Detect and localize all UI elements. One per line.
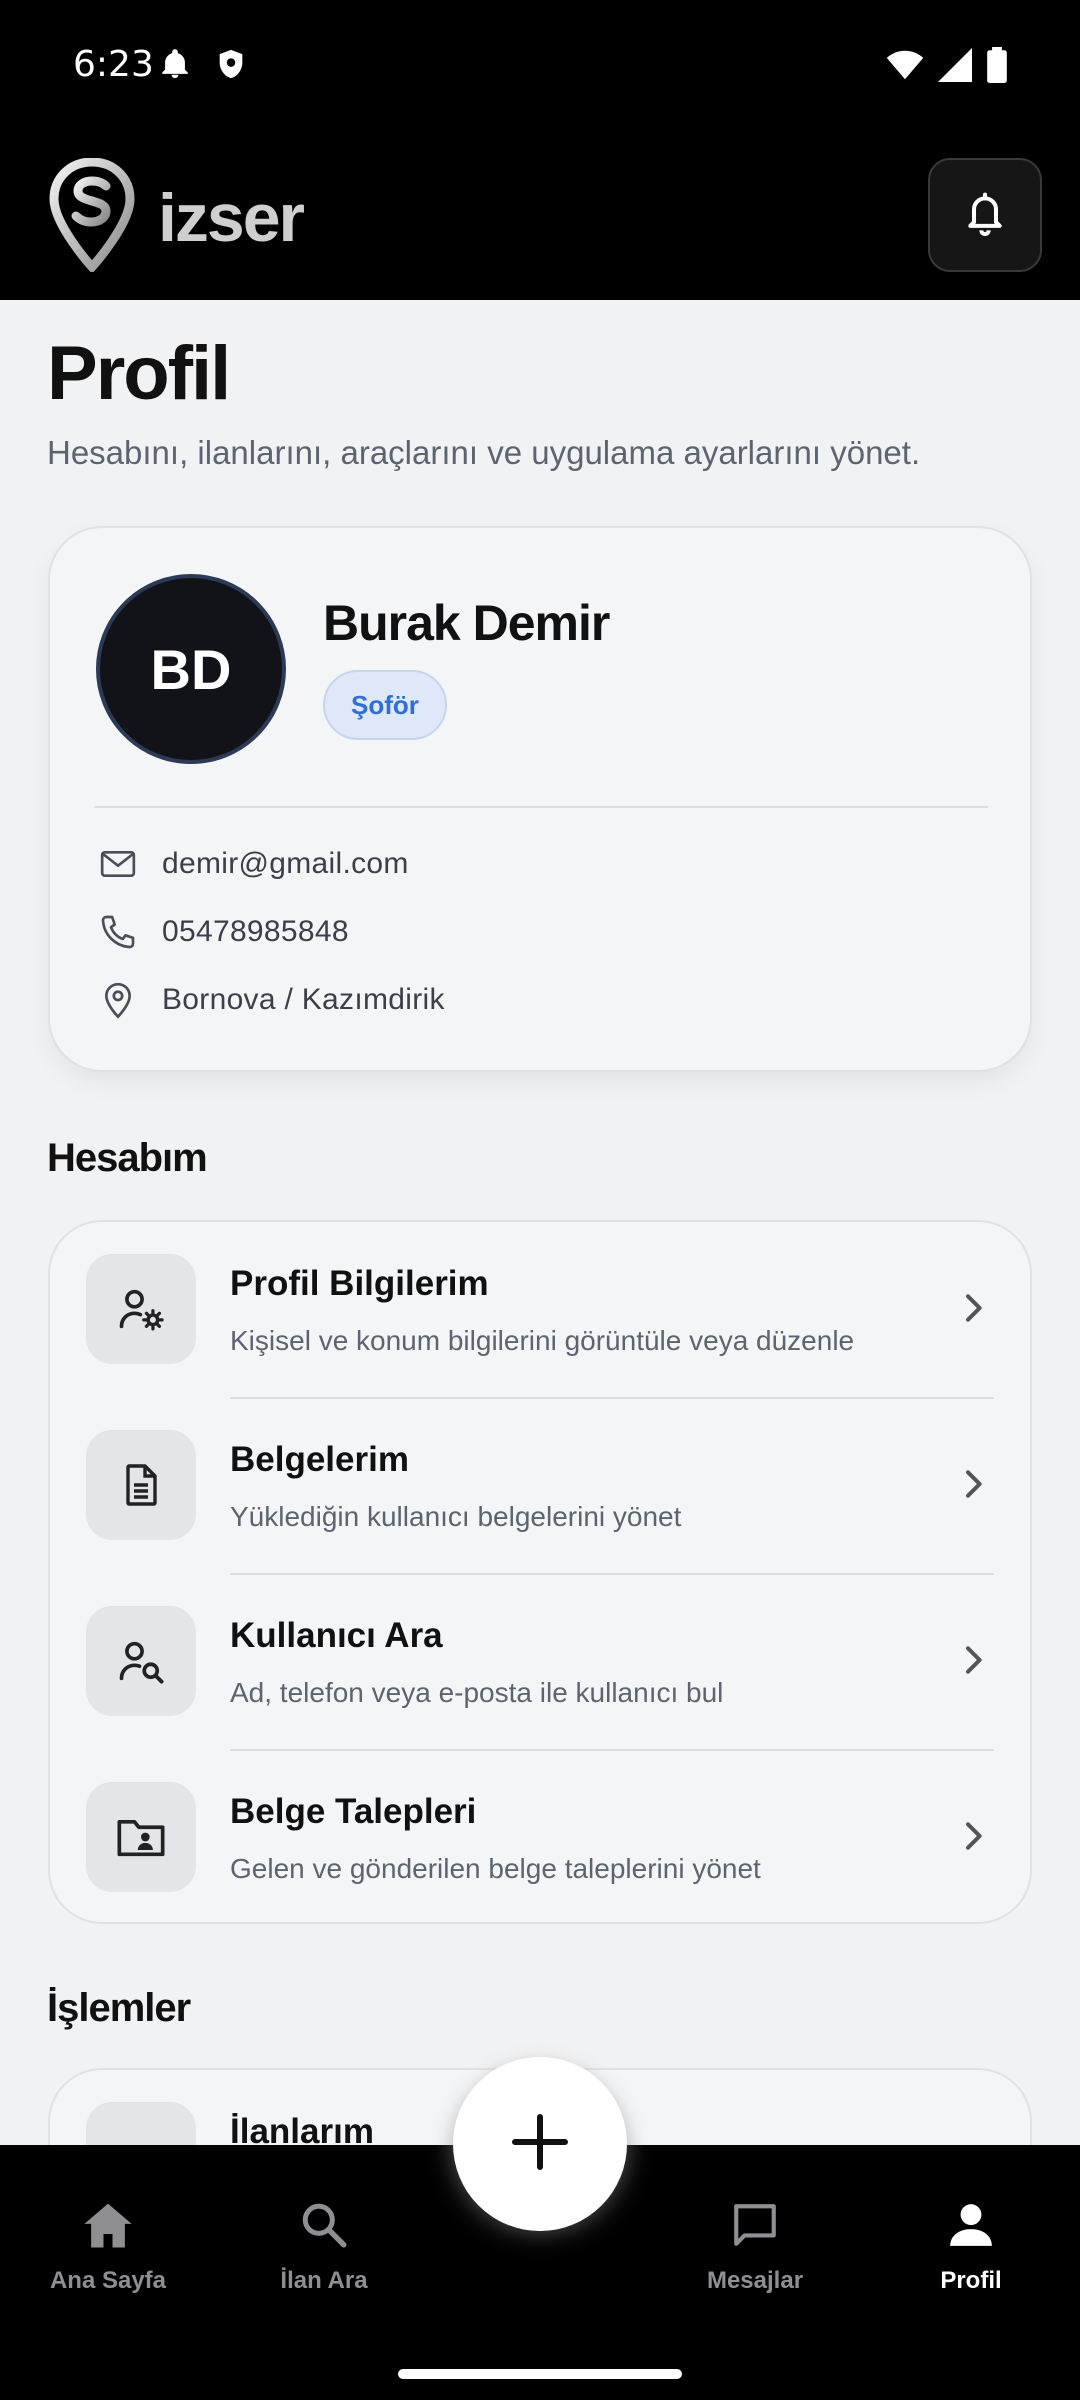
chevron-right-icon — [956, 1816, 990, 1861]
person-icon — [946, 2200, 996, 2255]
page-subtitle: Hesabını, ilanlarını, araçlarını ve uygu… — [47, 434, 921, 471]
app-name: izser — [158, 179, 305, 256]
page-title: Profil — [47, 331, 231, 416]
menu-item-title: Profil Bilgilerim — [230, 1264, 489, 1303]
profile-card: BD Burak Demir Şoför demir@gmail.com 054… — [48, 526, 1032, 1072]
folder-user-icon — [86, 1782, 196, 1892]
profile-name: Burak Demir — [323, 595, 610, 651]
menu-item-title: Belge Talepleri — [230, 1792, 477, 1831]
chevron-right-icon — [956, 1640, 990, 1685]
main-content[interactable]: Profil Hesabını, ilanlarını, araçlarını … — [0, 300, 1080, 2145]
nav-label: Ana Sayfa — [49, 2267, 167, 2294]
message-icon — [728, 2200, 782, 2255]
menu-item-subtitle: Gelen ve gönderilen belge taleplerini yö… — [230, 1853, 761, 1884]
battery-icon — [986, 47, 1008, 88]
user-search-icon — [86, 1606, 196, 1716]
plus-icon — [510, 2112, 570, 2177]
divider — [94, 806, 988, 808]
mail-icon — [96, 842, 140, 886]
phone-text: 05478985848 — [162, 915, 349, 948]
screen: 6:23 izser Profil Hesabını, ilanlarını, … — [0, 0, 1080, 2400]
search-icon — [299, 2200, 349, 2255]
nav-item-profile[interactable]: Profil — [871, 2200, 1071, 2295]
document-icon — [86, 1430, 196, 1540]
izser-logo-icon — [48, 157, 136, 277]
app-header: izser — [0, 130, 1080, 300]
section-title-account: Hesabım — [47, 1136, 208, 1180]
location-row: Bornova / Kazımdirik — [96, 978, 445, 1022]
menu-item-profile-info[interactable]: Profil Bilgilerim Kişisel ve konum bilgi… — [50, 1222, 1030, 1398]
location-pin-icon — [96, 978, 140, 1022]
chevron-right-icon — [956, 1288, 990, 1333]
status-left-icons — [158, 47, 248, 86]
menu-item-subtitle: Ad, telefon veya e-posta ile kullanıcı b… — [230, 1677, 724, 1708]
home-indicator[interactable] — [398, 2369, 682, 2379]
home-icon — [81, 2200, 135, 2255]
wifi-icon — [886, 48, 924, 87]
account-menu-card: Profil Bilgilerim Kişisel ve konum bilgi… — [48, 1220, 1032, 1924]
shield-icon — [214, 47, 248, 86]
location-text: Bornova / Kazımdirik — [162, 983, 445, 1016]
signal-icon — [938, 48, 972, 87]
menu-item-title: İlanlarım — [230, 2112, 374, 2145]
status-bar: 6:23 — [0, 0, 1080, 130]
section-title-operations: İşlemler — [47, 1986, 191, 2030]
email-text: demir@gmail.com — [162, 847, 409, 880]
menu-item-title: Belgelerim — [230, 1440, 409, 1479]
nav-label: Mesajlar — [706, 2267, 804, 2294]
phone-row: 05478985848 — [96, 910, 349, 954]
menu-item-subtitle: Kişisel ve konum bilgilerini görüntüle v… — [230, 1325, 855, 1356]
app-logo: izser — [48, 157, 305, 277]
phone-icon — [96, 910, 140, 954]
bell-icon — [963, 189, 1007, 242]
avatar: BD — [96, 574, 286, 764]
email-row: demir@gmail.com — [96, 842, 409, 886]
nav-label: İlan Ara — [280, 2267, 368, 2294]
menu-item-subtitle: Yüklediğin kullanıcı belgelerini yönet — [230, 1501, 682, 1532]
user-settings-icon — [86, 1254, 196, 1364]
menu-item-documents[interactable]: Belgelerim Yüklediğin kullanıcı belgeler… — [50, 1398, 1030, 1574]
role-badge: Şoför — [323, 670, 447, 740]
chevron-right-icon — [956, 1464, 990, 1509]
nav-item-home[interactable]: Ana Sayfa — [8, 2200, 208, 2295]
menu-item-user-search[interactable]: Kullanıcı Ara Ad, telefon veya e-posta i… — [50, 1574, 1030, 1750]
menu-item-title: Kullanıcı Ara — [230, 1616, 443, 1655]
check-icon — [86, 2102, 196, 2145]
nav-label: Profil — [940, 2267, 1002, 2294]
add-listing-button[interactable] — [453, 2057, 627, 2231]
nav-item-messages[interactable]: Mesajlar — [655, 2200, 855, 2295]
notifications-button[interactable] — [928, 158, 1042, 272]
menu-item-document-requests[interactable]: Belge Talepleri Gelen ve gönderilen belg… — [50, 1750, 1030, 1926]
status-right-icons — [886, 47, 1008, 88]
status-time: 6:23 — [73, 44, 154, 85]
nav-item-search[interactable]: İlan Ara — [224, 2200, 424, 2295]
notification-bell-icon — [158, 47, 192, 86]
